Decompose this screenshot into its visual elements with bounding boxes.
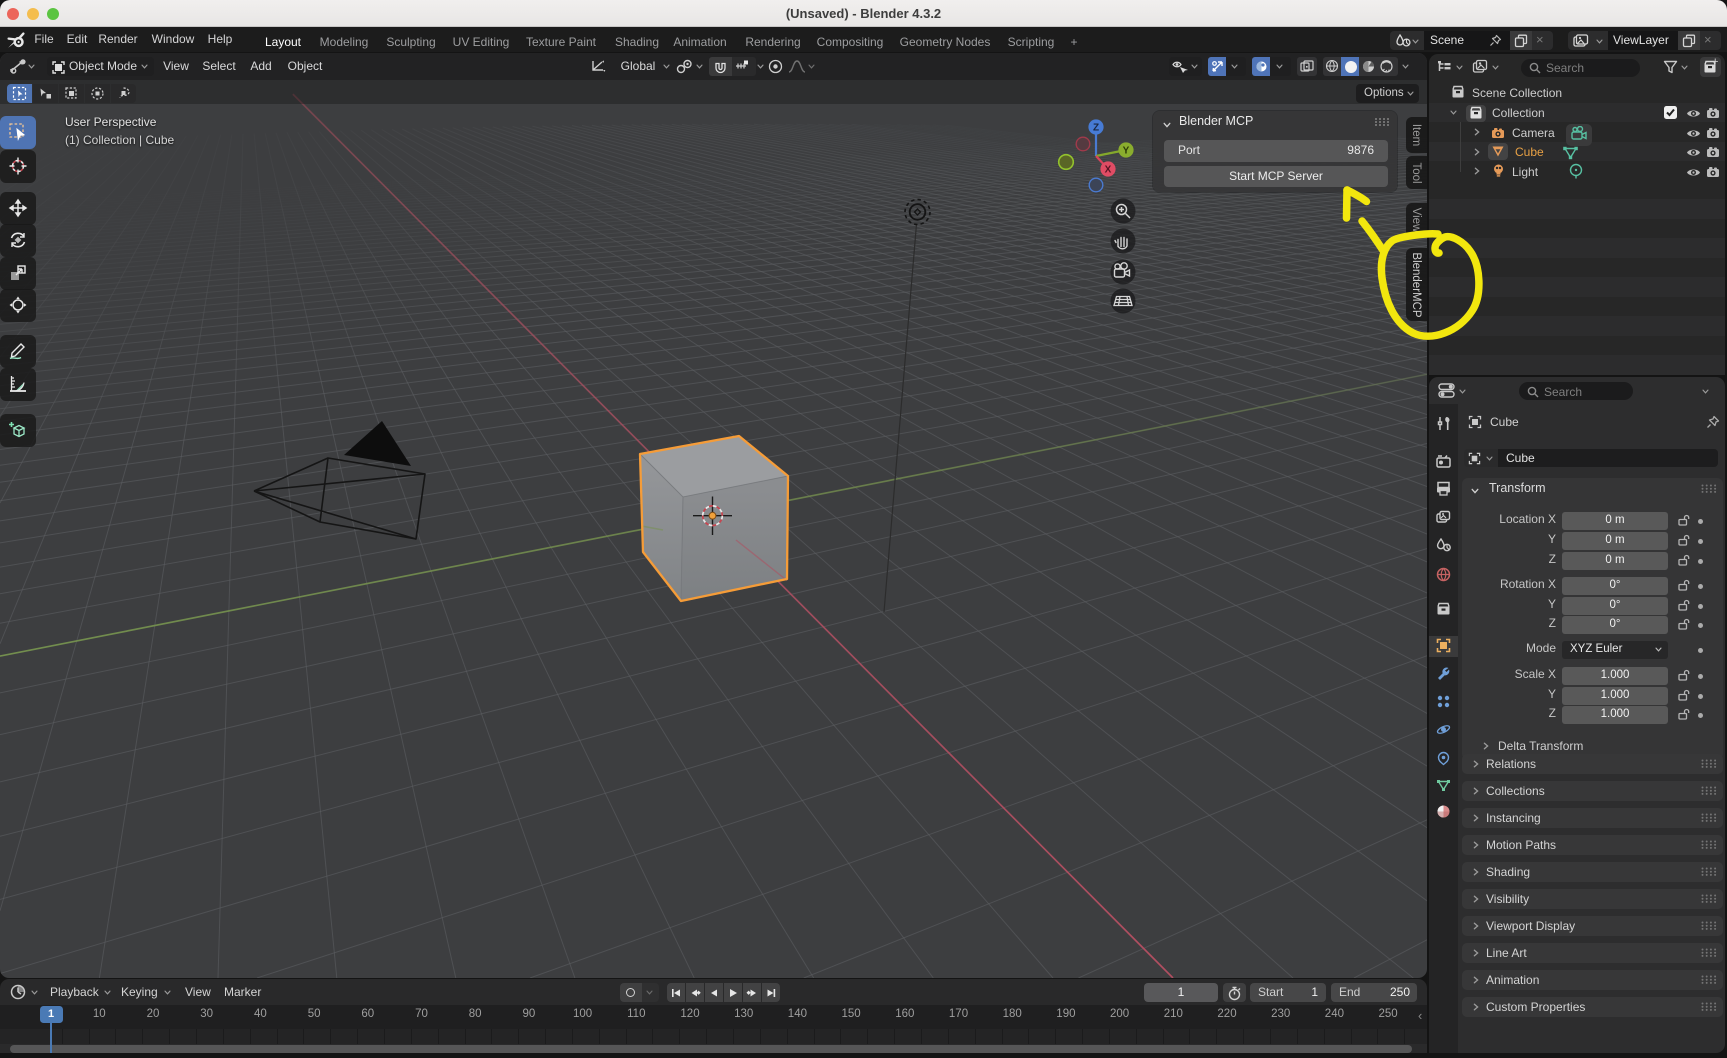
svg-text:X: X bbox=[1105, 165, 1112, 176]
svg-text:Y: Y bbox=[1123, 146, 1130, 157]
svg-text:Z: Z bbox=[1093, 123, 1099, 134]
